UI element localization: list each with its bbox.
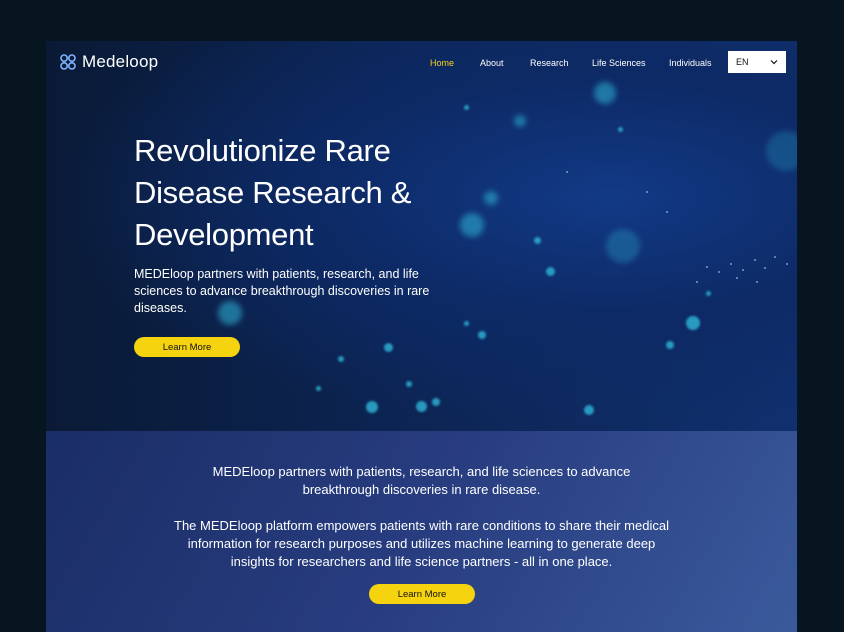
hero-subcopy: MEDEloop partners with patients, researc… [134, 267, 430, 315]
headline-line-1: Revolutionize Rare [134, 133, 391, 168]
info-learn-more-button[interactable]: Learn More [369, 584, 475, 604]
headline-line-3: Development [134, 217, 314, 252]
top-nav: Medeloop Home About Research Life Scienc… [46, 41, 797, 85]
language-select[interactable]: EN [728, 51, 786, 73]
brand-name: Medeloop [82, 52, 159, 71]
info-section: MEDEloop partners with patients, researc… [46, 431, 797, 632]
nav-link-individuals[interactable]: Individuals [669, 58, 712, 68]
flower-logo-icon [60, 54, 76, 70]
page-frame: Medeloop Home About Research Life Scienc… [46, 41, 797, 632]
info-paragraph-2: The MEDEloop platform empowers patients … [174, 518, 669, 569]
hero-section: Medeloop Home About Research Life Scienc… [46, 41, 797, 431]
info-paragraph-1: MEDEloop partners with patients, researc… [212, 464, 631, 497]
hero-learn-more-button[interactable]: Learn More [134, 337, 240, 357]
brand-logo[interactable]: Medeloop [60, 52, 158, 72]
hero-headline: Revolutionize Rare Disease Research & De… [134, 130, 464, 256]
chevron-down-icon [770, 60, 778, 65]
nav-link-research[interactable]: Research [530, 58, 569, 68]
nav-link-about[interactable]: About [480, 58, 504, 68]
nav-link-home[interactable]: Home [430, 58, 454, 68]
language-value: EN [736, 57, 749, 67]
nav-link-life-sciences[interactable]: Life Sciences [592, 58, 646, 68]
headline-line-2: Disease Research & [134, 175, 412, 210]
